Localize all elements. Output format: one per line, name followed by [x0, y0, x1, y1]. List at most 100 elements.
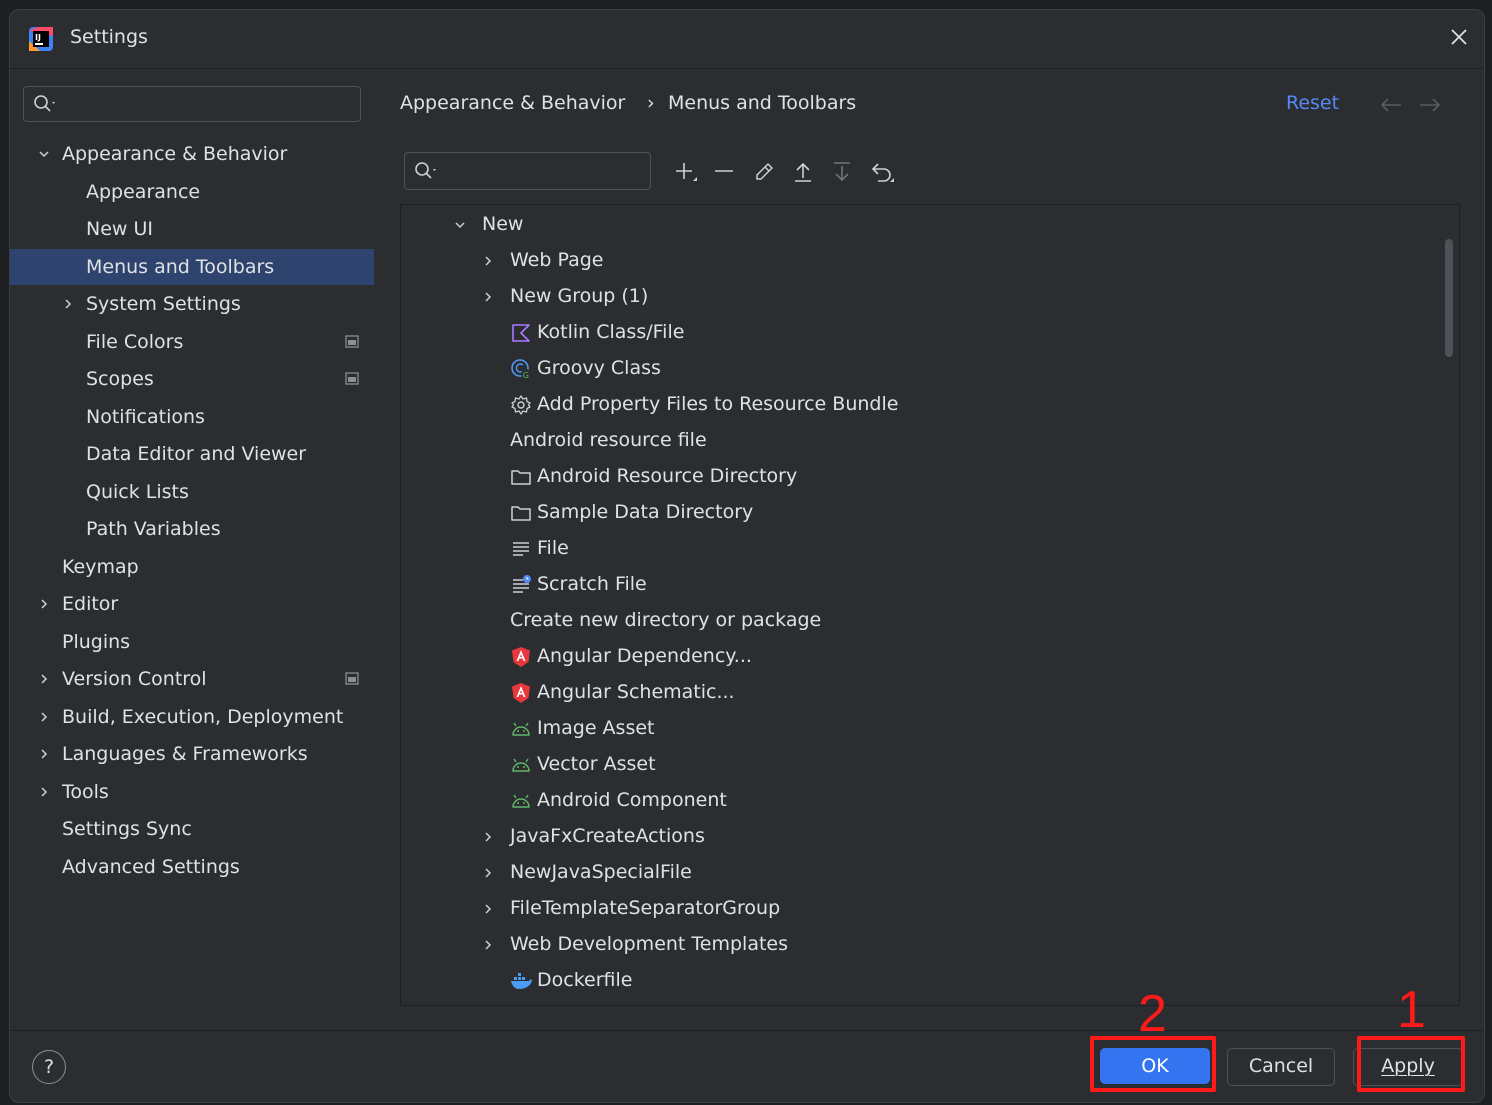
action-tree-node[interactable]: Android Resource Directory [401, 459, 1401, 495]
sidebar-item[interactable]: Editor [10, 586, 374, 622]
sidebar-item[interactable]: Scopes [10, 361, 374, 397]
chevron-down-icon[interactable] [454, 219, 466, 231]
annotation-number-2: 2 [1138, 985, 1167, 1043]
move-up-icon [795, 162, 811, 182]
action-tree-node[interactable]: JavaFxCreateActions [401, 819, 1401, 855]
sidebar-item[interactable]: Languages & Frameworks [10, 736, 374, 772]
help-button[interactable]: ? [32, 1050, 66, 1084]
action-tree-node[interactable]: Android resource file [401, 423, 1401, 459]
window-title: Settings [70, 26, 148, 48]
scrollbar-thumb[interactable] [1445, 239, 1453, 357]
action-tree-node[interactable]: Add Property Files to Resource Bundle [401, 387, 1401, 423]
action-tree-node[interactable]: Angular Schematic... [401, 675, 1401, 711]
action-tree-node[interactable]: Android Component [401, 783, 1401, 819]
action-label: Angular Schematic... [537, 681, 735, 703]
annotation-box-ok [1090, 1036, 1216, 1092]
action-tree-node[interactable]: Angular Dependency... [401, 639, 1401, 675]
cancel-button[interactable]: Cancel [1227, 1048, 1335, 1086]
edit-button[interactable] [750, 158, 778, 186]
back-arrow-icon[interactable] [1380, 98, 1402, 112]
action-label: Groovy Class [537, 357, 661, 379]
file-text-icon [513, 542, 529, 556]
reset-link[interactable]: Reset [1286, 92, 1339, 114]
folder-icon [511, 506, 531, 521]
actions-search-field[interactable] [404, 152, 651, 190]
restore-button[interactable] [868, 158, 896, 186]
annotation-box-apply [1357, 1036, 1465, 1092]
action-tree-node[interactable]: Sample Data Directory [401, 495, 1401, 531]
chevron-right-icon[interactable] [482, 939, 494, 951]
add-icon [676, 163, 697, 181]
actions-tree-panel[interactable]: New Web Page New Group (1) Kotlin Class/Fil… [400, 204, 1460, 1006]
chevron-right-icon[interactable] [38, 673, 50, 685]
action-tree-node[interactable]: NewJavaSpecialFile [401, 855, 1401, 891]
sidebar-item[interactable]: File Colors [10, 324, 374, 360]
sidebar-item-label: Appearance [86, 180, 201, 203]
move-up-button[interactable] [789, 158, 817, 186]
sidebar-item[interactable]: System Settings [10, 286, 374, 322]
close-icon[interactable] [1448, 26, 1470, 48]
action-tree-node[interactable]: Scratch File [401, 567, 1401, 603]
action-tree-node[interactable]: Image Asset [401, 711, 1401, 747]
sidebar-item[interactable]: Keymap [10, 549, 374, 585]
chevron-right-icon[interactable] [38, 711, 50, 723]
sidebar-item[interactable]: Appearance & Behavior [10, 136, 374, 172]
sidebar-item[interactable]: Quick Lists [10, 474, 374, 510]
chevron-right-icon[interactable] [482, 831, 494, 843]
chevron-right-icon[interactable] [482, 255, 494, 267]
chevron-right-icon[interactable] [38, 786, 50, 798]
breadcrumb-separator: › [647, 92, 655, 114]
sidebar-item[interactable]: Menus and Toolbars [10, 248, 374, 285]
action-label: Android Resource Directory [537, 465, 798, 487]
chevron-right-icon[interactable] [38, 598, 50, 610]
breadcrumb-parent[interactable]: Appearance & Behavior [400, 92, 625, 114]
action-tree-node[interactable]: File [401, 531, 1401, 567]
chevron-right-icon[interactable] [482, 867, 494, 879]
sidebar-item-label: Keymap [62, 555, 139, 578]
chevron-down-icon[interactable] [38, 148, 50, 160]
action-tree-node[interactable]: G Groovy Class [401, 351, 1401, 387]
sidebar-item[interactable]: Advanced Settings [10, 849, 374, 885]
sidebar-item-label: Appearance & Behavior [62, 143, 288, 165]
sidebar-item[interactable]: Appearance [10, 174, 374, 210]
settings-dialog: IJ Settings Appearance & Behavior Appeara… [9, 9, 1485, 1103]
sidebar-item[interactable]: Tools [10, 774, 374, 810]
forward-arrow-icon[interactable] [1419, 98, 1441, 112]
angular-icon [512, 647, 530, 667]
chevron-right-icon[interactable] [482, 903, 494, 915]
sidebar-item[interactable]: Plugins [10, 624, 374, 660]
sidebar-item-label: New UI [86, 218, 153, 240]
android-icon [512, 794, 530, 808]
sidebar-item-label: File Colors [86, 330, 184, 353]
move-down-button[interactable] [828, 158, 856, 186]
actions-search-input[interactable] [445, 158, 644, 184]
action-tree-node[interactable]: New [401, 207, 1401, 243]
action-tree-node[interactable]: Kotlin Class/File [401, 315, 1401, 351]
sidebar-item[interactable]: New UI [10, 211, 374, 247]
sidebar-item[interactable]: Settings Sync [10, 811, 374, 847]
action-tree-node[interactable]: Web Page [401, 243, 1401, 279]
angular-icon [512, 683, 530, 703]
chevron-right-icon[interactable] [38, 748, 50, 760]
action-label: Kotlin Class/File [537, 321, 685, 343]
remove-icon [715, 170, 733, 172]
action-tree-node[interactable]: FileTemplateSeparatorGroup [401, 891, 1401, 927]
remove-button[interactable] [710, 158, 738, 186]
sidebar-item[interactable]: Version Control [10, 661, 374, 697]
chevron-right-icon[interactable] [62, 298, 74, 310]
action-tree-node[interactable]: Web Development Templates [401, 927, 1401, 963]
settings-search-field[interactable] [23, 86, 361, 122]
action-label: Create new directory or package [510, 609, 822, 631]
action-tree-node[interactable]: Dockerfile [401, 963, 1401, 999]
settings-search-input[interactable] [64, 91, 353, 117]
action-tree-node[interactable]: Create new directory or package [401, 603, 1401, 639]
action-label: Android Component [537, 789, 727, 811]
sidebar-item[interactable]: Notifications [10, 399, 374, 435]
sidebar-item[interactable]: Path Variables [10, 511, 374, 547]
sidebar-item[interactable]: Build, Execution, Deployment [10, 699, 374, 735]
action-tree-node[interactable]: Vector Asset [401, 747, 1401, 783]
sidebar-item[interactable]: Data Editor and Viewer [10, 436, 374, 472]
add-button[interactable] [671, 158, 699, 186]
chevron-right-icon[interactable] [482, 291, 494, 303]
action-tree-node[interactable]: New Group (1) [401, 279, 1401, 315]
